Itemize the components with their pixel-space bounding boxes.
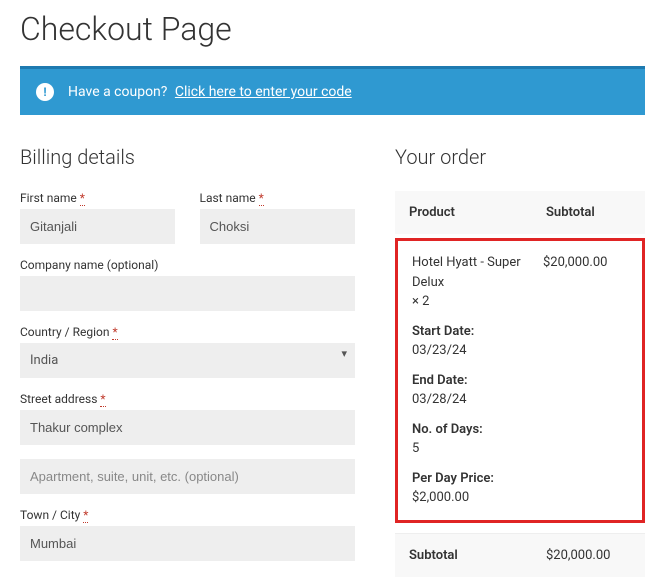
billing-heading: Billing details — [20, 145, 355, 169]
required-mark: * — [259, 191, 264, 206]
first-name-label: First name * — [20, 191, 176, 205]
days-value: 5 — [412, 439, 543, 459]
coupon-lead: Have a coupon? — [68, 84, 167, 100]
start-date-value: 03/23/24 — [412, 341, 543, 361]
coupon-link[interactable]: Click here to enter your code — [175, 84, 352, 100]
subtotal-col-header: Subtotal — [546, 205, 631, 220]
subtotal-label: Subtotal — [409, 548, 546, 563]
info-icon: ! — [36, 83, 54, 101]
company-input[interactable] — [20, 276, 355, 311]
order-item-name: Hotel Hyatt - Super Delux — [412, 253, 543, 292]
street-label: Street address * — [20, 392, 355, 406]
end-date-value: 03/28/24 — [412, 390, 543, 410]
per-day-label: Per Day Price: — [412, 469, 543, 489]
required-mark: * — [112, 325, 117, 340]
city-label: Town / City * — [20, 508, 355, 522]
street-input[interactable] — [20, 410, 355, 445]
company-label: Company name (optional) — [20, 258, 355, 272]
per-day-value: $2,000.00 — [412, 488, 543, 508]
required-mark: * — [83, 508, 88, 523]
order-heading: Your order — [395, 145, 645, 169]
country-select[interactable]: India — [20, 343, 355, 378]
days-label: No. of Days: — [412, 420, 543, 440]
product-col-header: Product — [409, 205, 546, 220]
last-name-label: Last name * — [200, 191, 356, 205]
last-name-input[interactable] — [200, 209, 355, 244]
order-item-qty: × 2 — [412, 292, 543, 312]
billing-column: Billing details First name * Last name *… — [20, 145, 355, 577]
street2-input[interactable] — [20, 459, 355, 494]
city-input[interactable] — [20, 526, 355, 561]
order-column: Your order Product Subtotal Hotel Hyatt … — [395, 145, 645, 577]
order-item-subtotal: $20,000.00 — [543, 253, 628, 508]
order-header-row: Product Subtotal — [395, 191, 645, 234]
start-date-label: Start Date: — [412, 322, 543, 342]
end-date-label: End Date: — [412, 371, 543, 391]
first-name-input[interactable] — [20, 209, 175, 244]
subtotal-value: $20,000.00 — [546, 548, 631, 563]
required-mark: * — [100, 392, 105, 407]
country-label: Country / Region * — [20, 325, 355, 339]
order-box: Product Subtotal Hotel Hyatt - Super Del… — [395, 191, 645, 577]
page-title: Checkout Page — [20, 10, 645, 48]
required-mark: * — [80, 191, 85, 206]
coupon-bar: ! Have a coupon? Click here to enter you… — [20, 66, 645, 115]
order-item-highlight: Hotel Hyatt - Super Delux × 2 Start Date… — [395, 238, 645, 523]
